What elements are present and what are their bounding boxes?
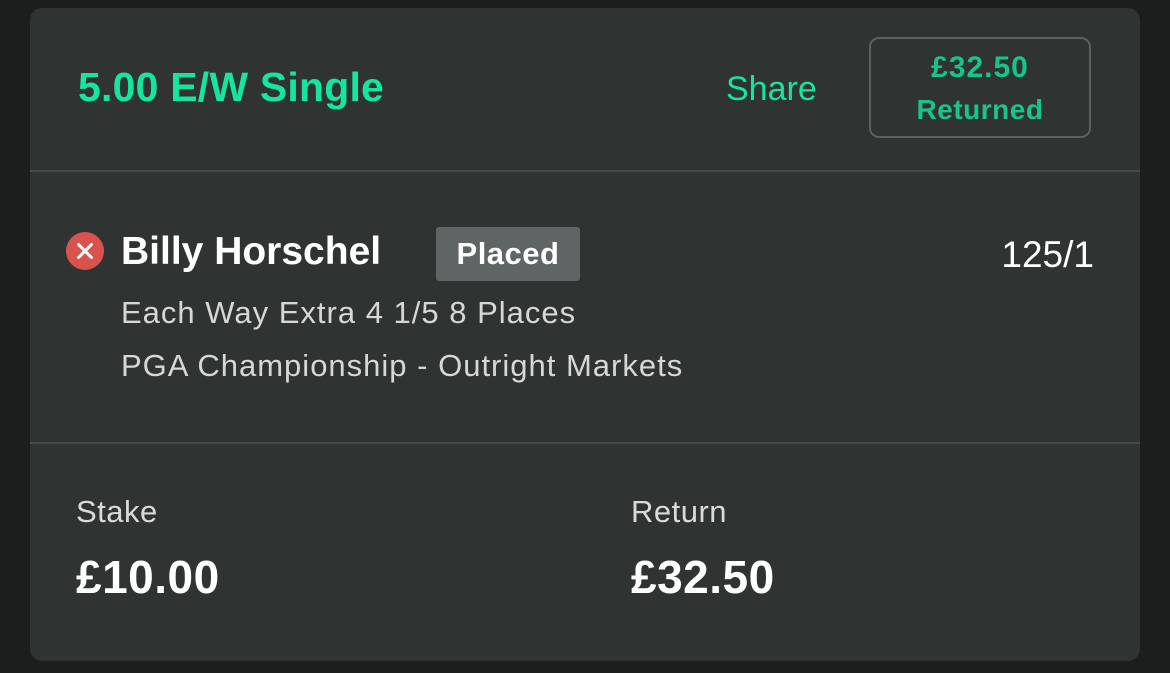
- bet-title: 5.00 E/W Single: [78, 64, 385, 110]
- return-label: Return: [631, 494, 728, 529]
- share-button[interactable]: Share: [726, 70, 817, 109]
- bet-header: 5.00 E/W Single Share £32.50 Returned: [30, 8, 1140, 170]
- returned-amount: £32.50: [931, 51, 1029, 84]
- odds-value: 125/1: [1001, 234, 1094, 275]
- event-name: PGA Championship - Outright Markets: [121, 348, 684, 383]
- stake-label: Stake: [76, 494, 158, 529]
- returned-label: Returned: [916, 94, 1044, 125]
- market-name: Each Way Extra 4 1/5 8 Places: [121, 295, 577, 330]
- status-badge: Placed: [436, 227, 580, 281]
- returned-badge: £32.50 Returned: [869, 37, 1091, 138]
- close-circle-icon: [66, 232, 104, 270]
- return-value: £32.50: [631, 551, 775, 603]
- stake-value: £10.00: [76, 551, 220, 603]
- runner-name: Billy Horschel: [121, 230, 382, 273]
- bet-card: 5.00 E/W Single Share £32.50 Returned Bi…: [30, 8, 1140, 661]
- summary-divider: [30, 442, 1140, 444]
